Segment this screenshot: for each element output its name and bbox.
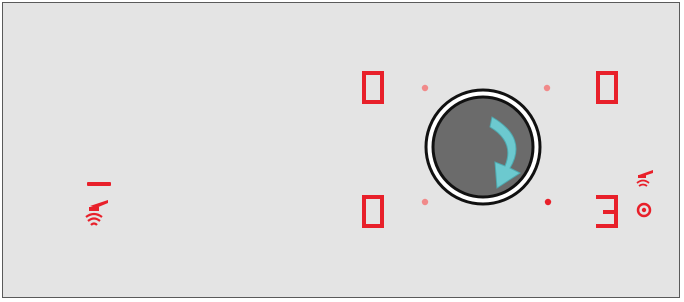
zone-back-right-display[interactable] [596,71,618,104]
pan-heat-icon [85,200,108,226]
selector-knob[interactable] [424,88,542,206]
zone-front-right-indicator [544,198,552,206]
zone-back-left-indicator [421,84,429,92]
pan-heat-icon [636,170,653,187]
side-indicator-display [87,182,111,186]
zone-back-right-indicator [543,84,551,92]
zone-front-right-display[interactable] [596,195,618,228]
zone-back-left-display[interactable] [362,71,384,104]
active-zone-ring-icon [636,202,652,218]
zone-front-left-display[interactable] [362,195,384,228]
cooktop-display [85,71,653,228]
zone-front-left-indicator [421,198,429,206]
